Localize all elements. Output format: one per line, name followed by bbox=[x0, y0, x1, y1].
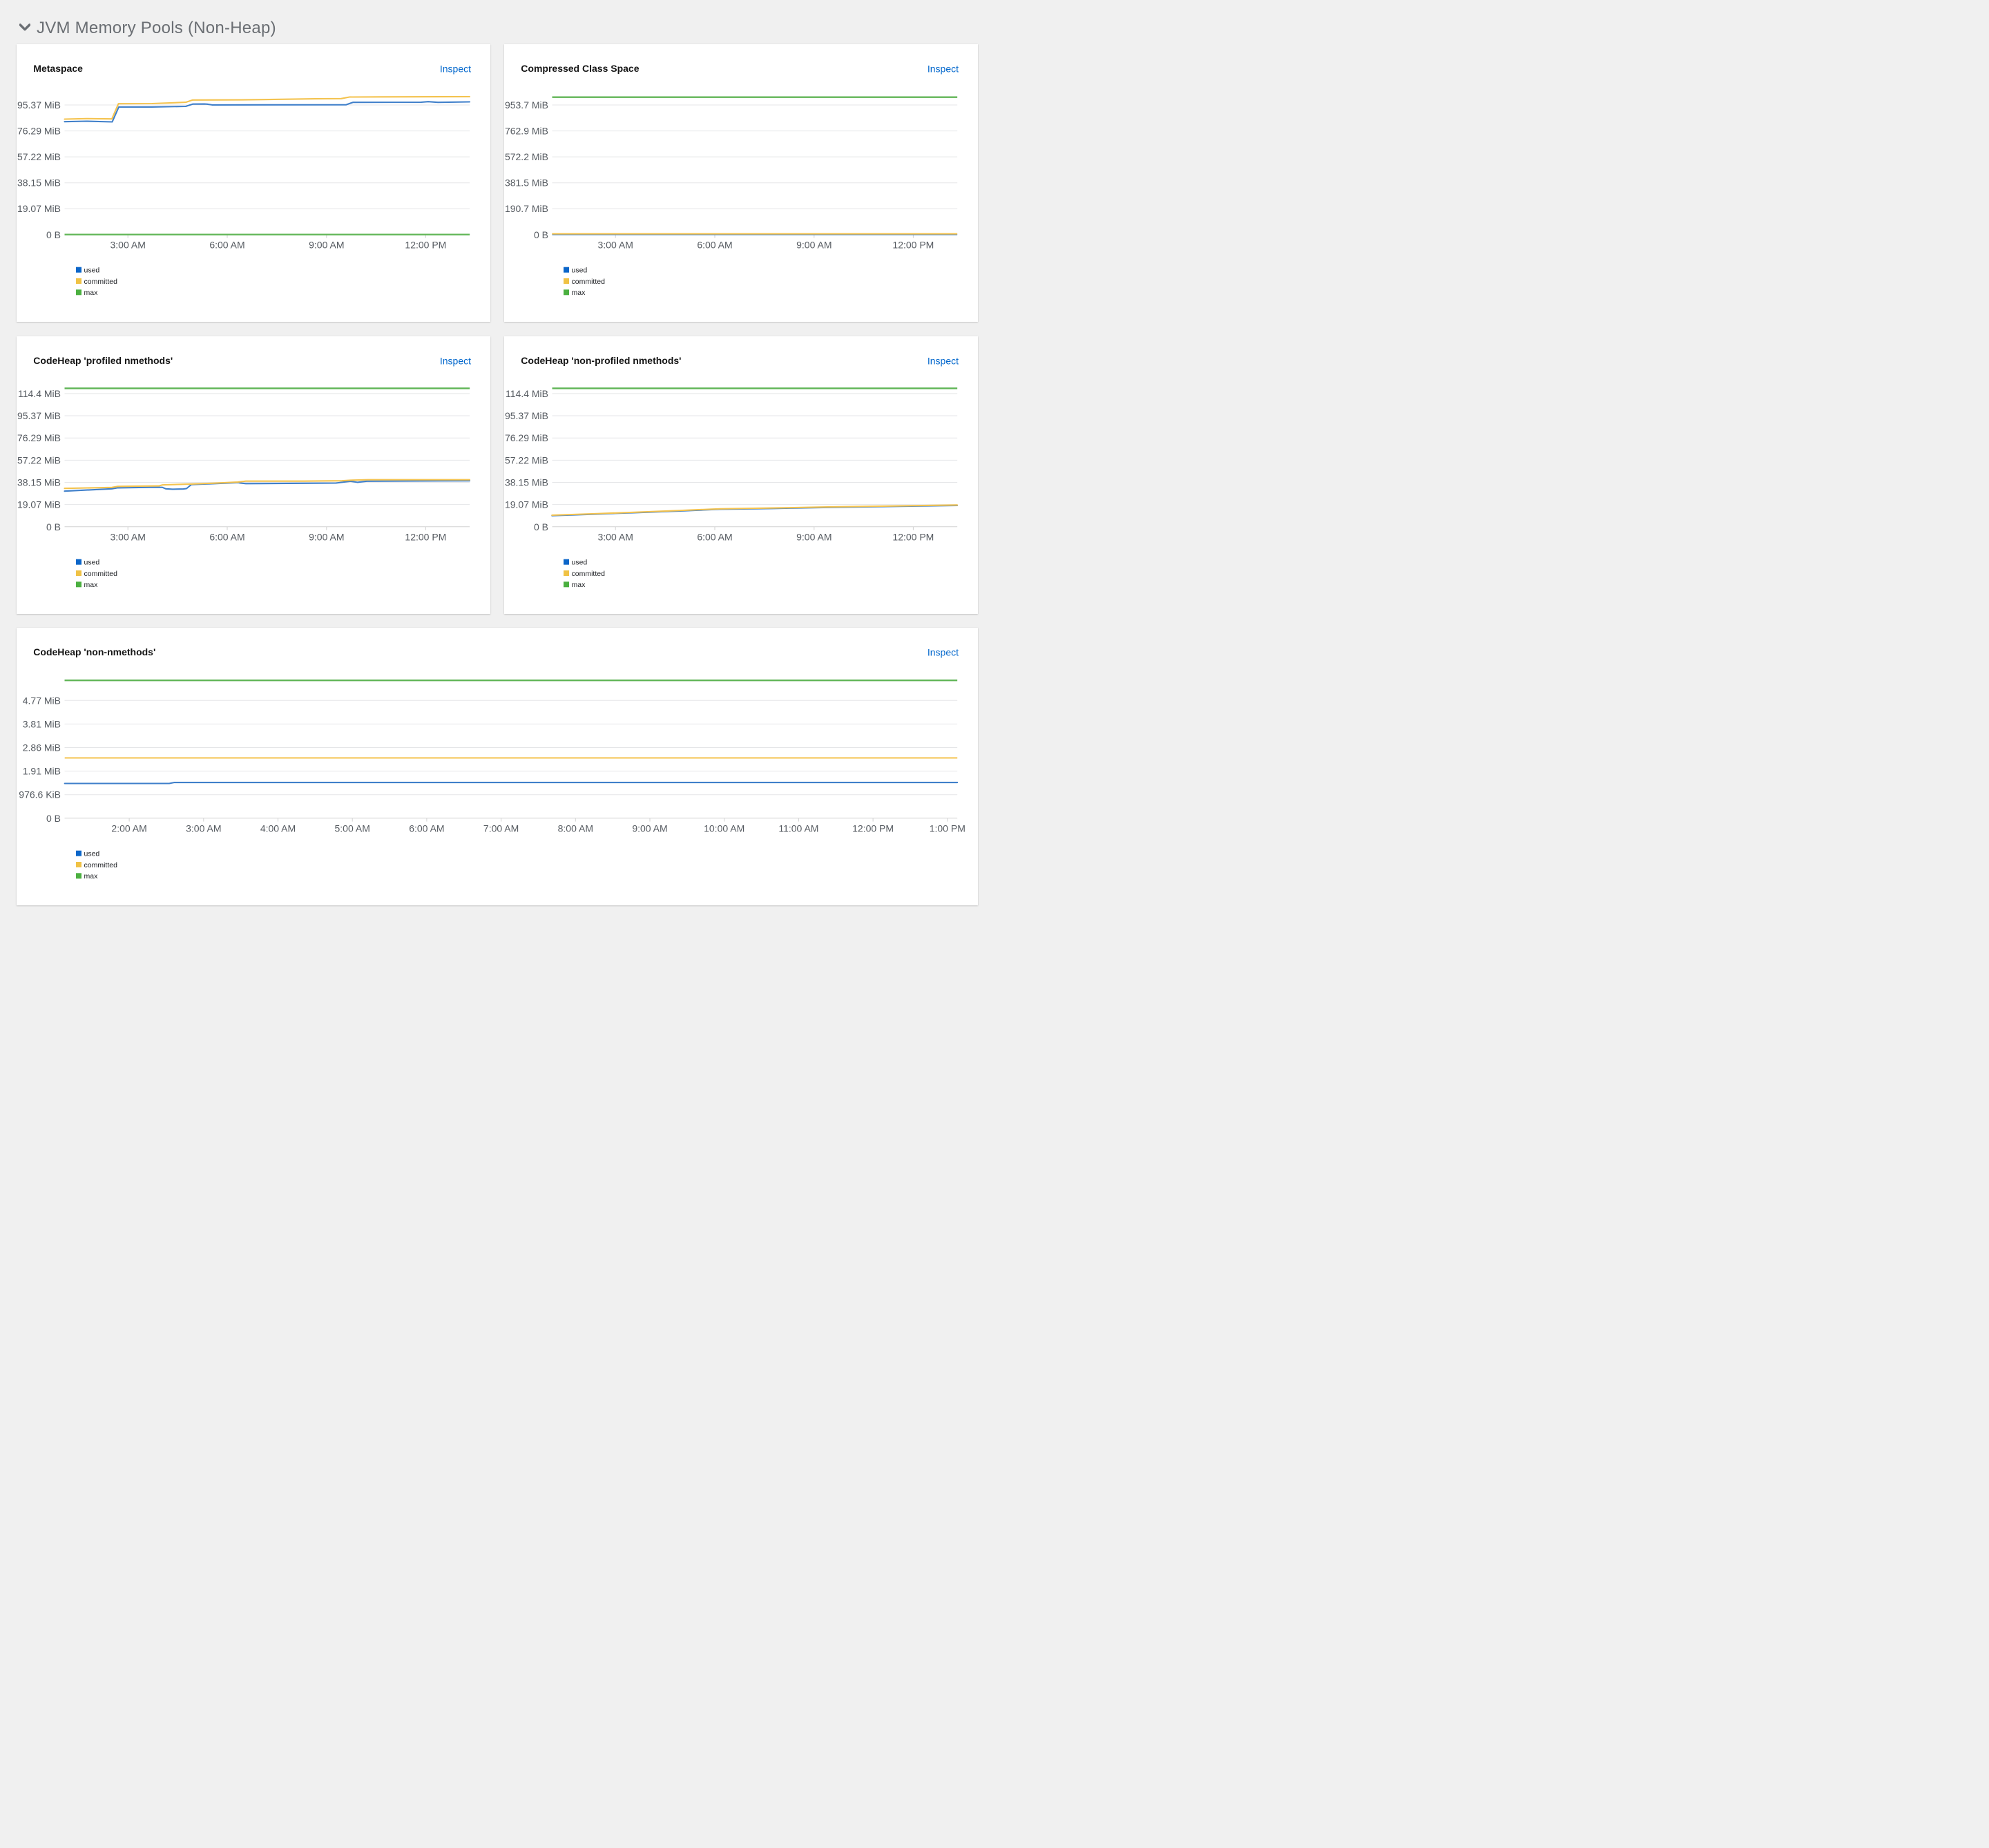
svg-text:9:00 AM: 9:00 AM bbox=[796, 240, 832, 251]
svg-text:3:00 AM: 3:00 AM bbox=[110, 532, 146, 543]
svg-text:used: used bbox=[572, 267, 588, 275]
svg-text:95.37 MiB: 95.37 MiB bbox=[17, 99, 61, 110]
svg-text:Compressed Class Space: Compressed Class Space bbox=[521, 63, 639, 74]
svg-text:12:00 PM: 12:00 PM bbox=[405, 532, 446, 543]
svg-text:committed: committed bbox=[84, 861, 118, 869]
svg-text:572.2 MiB: 572.2 MiB bbox=[505, 151, 548, 162]
svg-text:3:00 AM: 3:00 AM bbox=[110, 240, 146, 251]
svg-text:9:00 AM: 9:00 AM bbox=[309, 240, 344, 251]
svg-text:11:00 AM: 11:00 AM bbox=[778, 823, 818, 834]
svg-text:used: used bbox=[84, 559, 100, 567]
svg-text:95.37 MiB: 95.37 MiB bbox=[17, 410, 61, 421]
svg-text:381.5 MiB: 381.5 MiB bbox=[505, 177, 548, 189]
svg-text:9:00 AM: 9:00 AM bbox=[632, 823, 667, 834]
svg-text:max: max bbox=[572, 581, 586, 589]
svg-text:953.7 MiB: 953.7 MiB bbox=[505, 99, 548, 110]
svg-text:190.7 MiB: 190.7 MiB bbox=[505, 203, 548, 214]
svg-text:10:00 AM: 10:00 AM bbox=[704, 823, 744, 834]
svg-text:38.15 MiB: 38.15 MiB bbox=[505, 477, 548, 488]
svg-text:Inspect: Inspect bbox=[440, 64, 471, 75]
svg-text:3:00 AM: 3:00 AM bbox=[598, 240, 633, 251]
svg-text:4:00 AM: 4:00 AM bbox=[260, 823, 296, 834]
svg-text:19.07 MiB: 19.07 MiB bbox=[17, 203, 61, 214]
svg-text:12:00 PM: 12:00 PM bbox=[892, 240, 934, 251]
svg-text:max: max bbox=[84, 872, 99, 880]
svg-text:1:00 PM: 1:00 PM bbox=[930, 823, 965, 834]
svg-text:95.37 MiB: 95.37 MiB bbox=[505, 410, 548, 421]
svg-text:7:00 AM: 7:00 AM bbox=[483, 823, 519, 834]
svg-text:used: used bbox=[84, 850, 100, 858]
svg-text:committed: committed bbox=[572, 570, 606, 578]
svg-text:6:00 AM: 6:00 AM bbox=[697, 240, 732, 251]
svg-text:12:00 PM: 12:00 PM bbox=[852, 823, 894, 834]
svg-text:19.07 MiB: 19.07 MiB bbox=[17, 499, 61, 510]
svg-text:0 B: 0 B bbox=[534, 521, 548, 532]
svg-text:Metaspace: Metaspace bbox=[33, 63, 83, 74]
svg-text:used: used bbox=[84, 267, 100, 275]
svg-text:max: max bbox=[84, 581, 99, 589]
svg-text:76.29 MiB: 76.29 MiB bbox=[505, 432, 548, 443]
svg-text:4.77 MiB: 4.77 MiB bbox=[23, 695, 61, 706]
svg-text:2:00 AM: 2:00 AM bbox=[111, 823, 146, 834]
svg-text:committed: committed bbox=[572, 278, 606, 286]
svg-text:12:00 PM: 12:00 PM bbox=[892, 532, 934, 543]
svg-text:6:00 AM: 6:00 AM bbox=[209, 532, 244, 543]
svg-text:762.9 MiB: 762.9 MiB bbox=[505, 126, 548, 137]
svg-text:6:00 AM: 6:00 AM bbox=[697, 532, 732, 543]
svg-text:6:00 AM: 6:00 AM bbox=[209, 240, 244, 251]
svg-text:1.91 MiB: 1.91 MiB bbox=[23, 766, 61, 777]
svg-text:3:00 AM: 3:00 AM bbox=[598, 532, 633, 543]
svg-text:Inspect: Inspect bbox=[440, 356, 471, 367]
svg-text:used: used bbox=[572, 559, 588, 567]
svg-text:9:00 AM: 9:00 AM bbox=[796, 532, 832, 543]
svg-text:76.29 MiB: 76.29 MiB bbox=[17, 126, 61, 137]
svg-text:committed: committed bbox=[84, 278, 118, 286]
svg-text:0 B: 0 B bbox=[46, 521, 61, 532]
svg-text:CodeHeap 'profiled nmethods': CodeHeap 'profiled nmethods' bbox=[33, 355, 173, 366]
svg-text:committed: committed bbox=[84, 570, 118, 578]
svg-text:976.6 KiB: 976.6 KiB bbox=[19, 789, 61, 800]
svg-text:0 B: 0 B bbox=[46, 813, 61, 824]
svg-text:Inspect: Inspect bbox=[928, 647, 959, 658]
svg-text:2.86 MiB: 2.86 MiB bbox=[23, 742, 61, 753]
svg-text:5:00 AM: 5:00 AM bbox=[335, 823, 370, 834]
svg-text:114.4 MiB: 114.4 MiB bbox=[18, 388, 61, 399]
svg-text:6:00 AM: 6:00 AM bbox=[409, 823, 444, 834]
svg-text:Inspect: Inspect bbox=[928, 356, 959, 367]
svg-text:CodeHeap 'non-nmethods': CodeHeap 'non-nmethods' bbox=[33, 646, 155, 657]
svg-text:Inspect: Inspect bbox=[928, 64, 959, 75]
svg-text:3.81 MiB: 3.81 MiB bbox=[23, 718, 61, 729]
svg-text:9:00 AM: 9:00 AM bbox=[309, 532, 344, 543]
svg-text:114.4 MiB: 114.4 MiB bbox=[506, 388, 548, 399]
svg-text:max: max bbox=[572, 289, 586, 297]
svg-text:19.07 MiB: 19.07 MiB bbox=[505, 499, 548, 510]
svg-text:0 B: 0 B bbox=[46, 229, 61, 240]
svg-text:57.22 MiB: 57.22 MiB bbox=[17, 454, 61, 465]
svg-text:38.15 MiB: 38.15 MiB bbox=[17, 177, 61, 189]
svg-text:max: max bbox=[84, 289, 99, 297]
svg-text:57.22 MiB: 57.22 MiB bbox=[505, 454, 548, 465]
svg-text:12:00 PM: 12:00 PM bbox=[405, 240, 446, 251]
svg-text:8:00 AM: 8:00 AM bbox=[558, 823, 593, 834]
svg-text:CodeHeap 'non-profiled nmethod: CodeHeap 'non-profiled nmethods' bbox=[521, 355, 681, 366]
svg-text:0 B: 0 B bbox=[534, 229, 548, 240]
svg-text:76.29 MiB: 76.29 MiB bbox=[17, 432, 61, 443]
svg-text:3:00 AM: 3:00 AM bbox=[186, 823, 221, 834]
svg-text:57.22 MiB: 57.22 MiB bbox=[17, 151, 61, 162]
svg-text:38.15 MiB: 38.15 MiB bbox=[17, 477, 61, 488]
